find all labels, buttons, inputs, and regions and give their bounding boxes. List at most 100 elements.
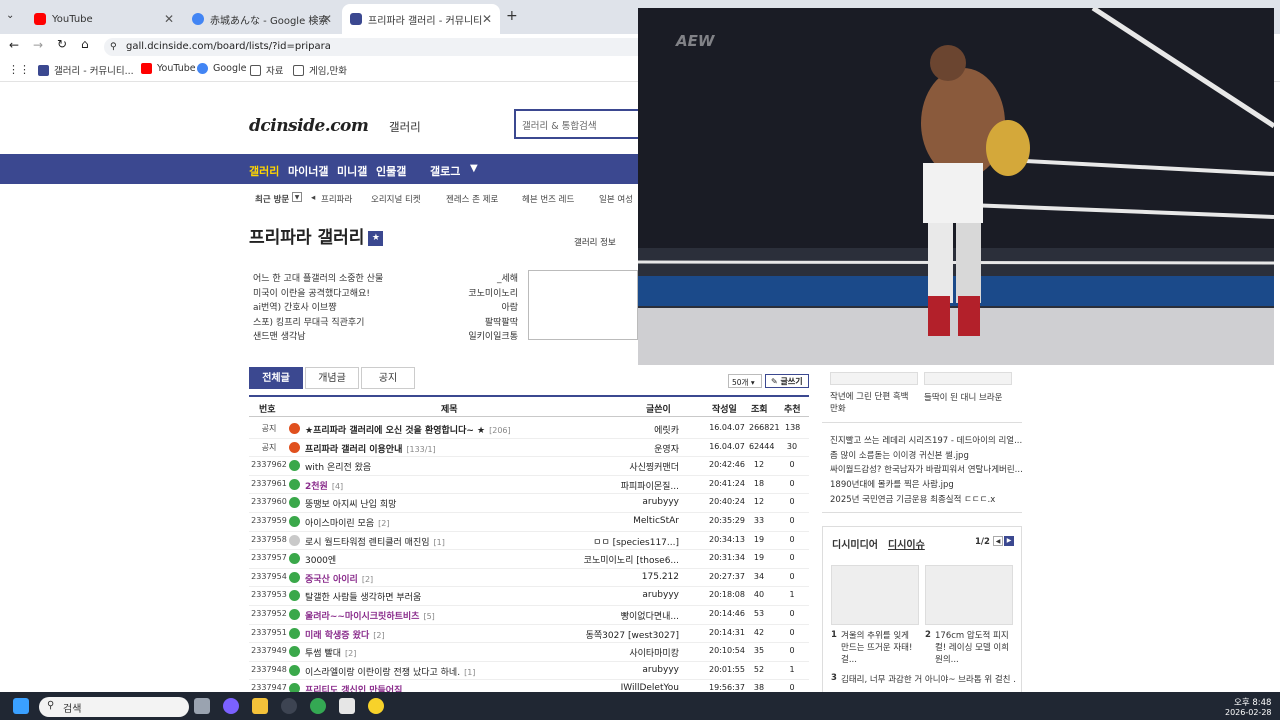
next-icon[interactable]: ▶: [1004, 536, 1014, 546]
table-row[interactable]: 2337960 뚱땡보 아지씨 난입 희망 arubyyy 20:40:24 12 0: [249, 494, 809, 513]
nav-mini[interactable]: 미니갤: [337, 163, 367, 179]
post-title[interactable]: 이스라엘이랑 이란이랑 전쟁 났다고 하네. [1]: [305, 665, 575, 678]
post-writer[interactable]: arubyyy: [579, 497, 679, 507]
table-row[interactable]: 2337958 로시 월드타워점 렌티클러 매진임 [1] ㅁㅁ [species11…: [249, 532, 809, 551]
bookmark-youtube[interactable]: YouTube: [141, 63, 196, 74]
card-caption[interactable]: 들딱이 된 대니 브라운: [924, 391, 1014, 403]
per-page-select[interactable]: 50개 ▾: [728, 374, 762, 388]
gallery-title-text[interactable]: 프리파라 갤러리: [249, 228, 364, 248]
apps-icon[interactable]: ⋮⋮: [8, 63, 30, 76]
tab-list-icon[interactable]: ⌄: [6, 10, 14, 21]
media-title[interactable]: 176cm 압도적 피지컬! 레이싱 모델 이희원의...: [935, 630, 1015, 666]
media-thumb[interactable]: [925, 565, 1013, 625]
home-icon[interactable]: ⌂: [81, 37, 89, 51]
comment-count[interactable]: [2]: [362, 575, 373, 584]
bookmark-dcinside[interactable]: 갤러리 - 커뮤니티...: [38, 63, 134, 77]
issue-item[interactable]: 1890년대에 몰카를 찍은 사람.jpg: [830, 478, 954, 490]
post-title-text[interactable]: 프리파라 갤러리 이용안내: [305, 445, 402, 455]
tab-all-posts[interactable]: 전체글: [249, 367, 303, 389]
notice-item[interactable]: 스포) 킹프리 무대극 직관후기: [253, 315, 364, 328]
post-writer[interactable]: MelticStAr: [579, 516, 679, 526]
windows-start-icon[interactable]: [13, 698, 29, 714]
comment-count[interactable]: [5]: [423, 612, 434, 621]
copilot-icon[interactable]: [223, 698, 239, 714]
comment-count[interactable]: [206]: [489, 426, 511, 435]
forward-icon[interactable]: →: [33, 38, 43, 52]
recent-item[interactable]: 헤븐 번즈 레드: [522, 193, 574, 205]
recent-item[interactable]: 프리파라: [321, 193, 352, 205]
table-row[interactable]: 2337959 아이스마이린 모음 [2] MelticStAr 20:35:29 33 0: [249, 513, 809, 532]
table-row[interactable]: 공지 ★프리파라 갤러리에 오신 것을 환영합니다~ ★ [206] 에릿카 16.04…: [249, 420, 809, 439]
tab-dcinside[interactable]: 프리파라 갤러리 - 커뮤니티 포 ✕: [342, 4, 500, 34]
table-row[interactable]: 2337957 3000엔 코노미이노리 [those6... 20:31:34 19 0: [249, 550, 809, 569]
table-row[interactable]: 2337948 이스라엘이랑 이란이랑 전쟁 났다고 하네. [1] arubyyy 2…: [249, 662, 809, 681]
comment-count[interactable]: [2]: [378, 519, 389, 528]
write-button[interactable]: ✎ 글쓰기: [765, 374, 809, 388]
post-title-text[interactable]: 뚱땡보 아지씨 난입 희망: [305, 500, 396, 510]
post-title-text[interactable]: 투썸 빨대: [305, 649, 341, 659]
notice-item[interactable]: ai번역) 간호사 이브쨩: [253, 300, 337, 313]
comment-count[interactable]: [1]: [464, 668, 475, 677]
post-title[interactable]: ★프리파라 갤러리에 오신 것을 환영합니다~ ★ [206]: [305, 423, 575, 436]
gallery-info-link[interactable]: 갤러리 정보: [574, 236, 616, 248]
recent-item[interactable]: 일본 여성: [599, 193, 633, 205]
close-icon[interactable]: ✕: [482, 12, 492, 26]
close-icon[interactable]: ✕: [164, 12, 174, 26]
post-title-text[interactable]: 울려라~~마이시크릿하트비츠: [305, 612, 419, 622]
clock-time[interactable]: 오후 8:48: [1234, 696, 1271, 708]
tab-google[interactable]: 赤城あんな - Google 検索 ✕: [184, 4, 340, 34]
post-title[interactable]: 로시 월드타워점 렌티클러 매진임 [1]: [305, 535, 575, 548]
close-icon[interactable]: ✕: [322, 12, 332, 26]
site-info-icon[interactable]: ⚲: [110, 38, 117, 56]
post-title[interactable]: 미래 학생증 왔다 [2]: [305, 628, 575, 641]
nav-gallery[interactable]: 갤러리: [249, 163, 279, 179]
tab-notice[interactable]: 공지: [361, 367, 415, 389]
nav-minor[interactable]: 마이너갤: [288, 163, 328, 179]
site-logo-sub[interactable]: 갤러리: [389, 119, 421, 135]
post-writer[interactable]: arubyyy: [579, 590, 679, 600]
prev-icon[interactable]: ◀: [993, 536, 1003, 546]
comment-count[interactable]: [2]: [373, 631, 384, 640]
post-title-text[interactable]: 이스라엘이랑 이란이랑 전쟁 났다고 하네.: [305, 668, 460, 678]
issue-item[interactable]: 진지빨고 쓰는 레데리 시리즈197 - 데드아이의 리얼...: [830, 434, 1022, 446]
post-title[interactable]: 아이스마이린 모음 [2]: [305, 516, 575, 529]
file-explorer-icon[interactable]: [252, 698, 268, 714]
video-player[interactable]: AEW: [638, 8, 1274, 365]
card-caption[interactable]: 작년에 그린 단편 흑백 만화: [830, 391, 918, 415]
issue-item[interactable]: 싸이월드감성? 한국남자가 바람피워서 연탈나게버린...: [830, 463, 1023, 475]
table-row[interactable]: 2337949 투썸 빨대 [2] 사이타마미캉 20:10:54 35 0: [249, 643, 809, 662]
task-view-icon[interactable]: [194, 698, 210, 714]
notice-item[interactable]: 어느 한 고대 플갤러의 소중한 산물: [253, 271, 383, 284]
post-title[interactable]: 프리파라 갤러리 이용안내 [133/1]: [305, 442, 575, 455]
media-title[interactable]: 김태리, 너무 과감한 거 아니야~ 브라톱 위 걸친 ...: [841, 673, 1016, 685]
thumb-card[interactable]: [830, 372, 918, 385]
notice-item[interactable]: 샌드맨 생각남: [253, 329, 306, 342]
recent-item[interactable]: 오리지널 티켓: [371, 193, 421, 205]
bookmark-folder-game[interactable]: 게임,만화: [293, 63, 347, 77]
chevron-down-icon[interactable]: ▼: [292, 192, 302, 202]
tab-concept-posts[interactable]: 개념글: [305, 367, 359, 389]
post-writer[interactable]: 파피파이몬질...: [579, 479, 679, 492]
media-thumb[interactable]: [831, 565, 919, 625]
comment-count[interactable]: [133/1]: [406, 445, 435, 454]
app-icon[interactable]: [339, 698, 355, 714]
steam-icon[interactable]: [281, 698, 297, 714]
table-row[interactable]: 2337947 프리티도 갱신인 만들어짐 IWillDeletYou 19:56:3…: [249, 680, 809, 692]
table-row[interactable]: 2337961 2천원 [4] 파피파이몬질... 20:41:24 18 0: [249, 476, 809, 495]
clock-date[interactable]: 2026-02-28: [1225, 708, 1272, 717]
tab-dc-media[interactable]: 디시미디어: [832, 536, 878, 551]
post-writer[interactable]: 사신찡커맨더: [579, 460, 679, 473]
comment-count[interactable]: [2]: [345, 649, 356, 658]
search-input[interactable]: 갤러리 & 통합검색: [514, 109, 654, 139]
media-title[interactable]: 겨울의 추위를 잊게 만드는 뜨거운 자태! 걸...: [841, 630, 919, 666]
post-writer[interactable]: 175.212: [579, 572, 679, 582]
post-title-text[interactable]: with 온리전 왔음: [305, 463, 371, 473]
table-row[interactable]: 2337954 중국산 아이리 [2] 175.212 20:27:37 34 0: [249, 569, 809, 588]
back-icon[interactable]: ←: [9, 38, 19, 52]
post-writer[interactable]: 빵이없다면내...: [579, 609, 679, 622]
chrome-icon[interactable]: [310, 698, 326, 714]
post-title[interactable]: 투썸 빨대 [2]: [305, 646, 575, 659]
post-title[interactable]: 울려라~~마이시크릿하트비츠 [5]: [305, 609, 575, 622]
url-field[interactable]: ⚲ gall.dcinside.com/board/lists/?id=prip…: [104, 38, 664, 56]
post-title[interactable]: 2천원 [4]: [305, 479, 575, 492]
